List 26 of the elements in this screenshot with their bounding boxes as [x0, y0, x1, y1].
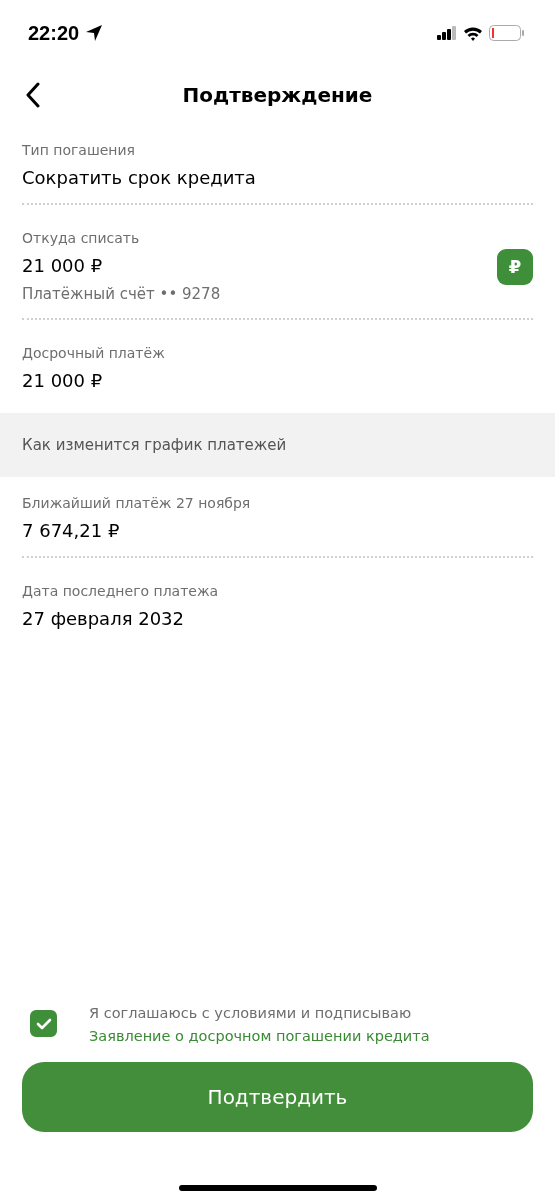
- screen-title: Подтверждение: [182, 83, 373, 107]
- field-value: 27 февраля 2032: [22, 608, 186, 629]
- battery-icon: [489, 25, 525, 41]
- field-label: Ближайший платёж 27 ноября: [22, 495, 251, 511]
- agreement-text: Я соглашаюсь с условиями и подписываю Заявление о досрочном погашении кредита: [89, 1004, 431, 1046]
- account-info: Платёжный счёт •• 9278: [22, 285, 221, 303]
- field-value: 7 674,21 ₽: [22, 520, 121, 541]
- back-button[interactable]: [26, 82, 40, 108]
- field-label: Откуда списать: [22, 230, 141, 246]
- checkmark-icon: [35, 1017, 52, 1030]
- field-value: 21 000 ₽: [22, 255, 104, 276]
- confirm-button[interactable]: Подтвердить: [22, 1062, 533, 1132]
- currency-badge: ₽: [497, 248, 533, 285]
- field-value: Сократить срок кредита: [22, 167, 256, 188]
- status-time: 22:20: [28, 21, 80, 45]
- agreement-checkbox[interactable]: [30, 1010, 57, 1037]
- field-label: Тип погашения: [22, 142, 136, 158]
- location-arrow-icon: [85, 24, 104, 42]
- statement-link[interactable]: Заявление о досрочном погашении кредита: [89, 1028, 430, 1044]
- signal-icon: [437, 26, 457, 40]
- section-header: Как изменится график платежей: [0, 413, 555, 477]
- field-value: 21 000 ₽: [22, 370, 104, 391]
- field-label: Досрочный платёж: [22, 345, 165, 361]
- back-chevron-icon: [26, 82, 40, 108]
- field-label: Дата последнего платежа: [22, 583, 219, 599]
- wifi-icon: [463, 25, 483, 41]
